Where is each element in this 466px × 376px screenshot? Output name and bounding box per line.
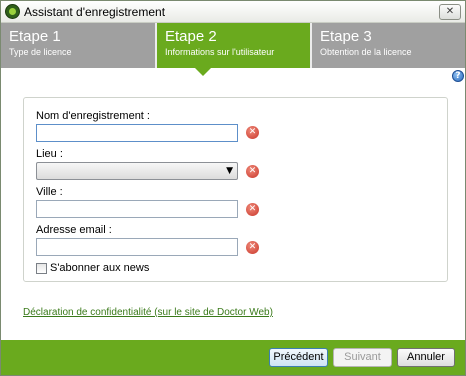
cancel-button[interactable]: Annuler (397, 348, 455, 367)
location-label: Lieu : (36, 148, 63, 160)
step-2-subtitle: Informations sur l'utilisateur (165, 47, 275, 57)
step-1-subtitle: Type de licence (9, 47, 72, 57)
location-error-icon: ✕ (246, 165, 259, 178)
window-title: Assistant d'enregistrement (24, 5, 166, 19)
subscribe-checkbox[interactable] (36, 263, 47, 274)
email-error-icon: ✕ (246, 241, 259, 254)
email-input[interactable] (36, 238, 238, 256)
subscribe-label[interactable]: S'abonner aux news (50, 262, 149, 274)
step-3-subtitle: Obtention de la licence (320, 47, 412, 57)
chevron-down-icon: ▼ (226, 166, 233, 176)
help-icon[interactable]: ? (452, 70, 464, 82)
city-input[interactable] (36, 200, 238, 218)
previous-button[interactable]: Précédent (269, 348, 328, 367)
next-button[interactable]: Suivant (333, 348, 392, 367)
location-select[interactable]: ▼ (36, 162, 238, 180)
step-3-title: Etape 3 (320, 28, 372, 45)
registration-name-error-icon: ✕ (246, 126, 259, 139)
privacy-policy-link[interactable]: Déclaration de confidentialité (sur le s… (23, 307, 273, 318)
step-1-tab: Etape 1 Type de licence (1, 23, 155, 68)
step-2-tab: Etape 2 Informations sur l'utilisateur (157, 23, 310, 76)
wizard-steps: Etape 1 Type de licence Etape 2 Informat… (1, 23, 465, 76)
title-bar: Assistant d'enregistrement ✕ (1, 1, 465, 23)
registration-form: Nom d'enregistrement : ✕ Lieu : ▼ ✕ Vill… (23, 97, 448, 282)
city-label: Ville : (36, 186, 63, 198)
step-1-title: Etape 1 (9, 28, 61, 45)
close-icon[interactable]: ✕ (439, 4, 461, 20)
step-3-tab: Etape 3 Obtention de la licence (312, 23, 465, 68)
step-2-title: Etape 2 (165, 28, 217, 45)
email-label: Adresse email : (36, 224, 112, 236)
registration-wizard-window: Assistant d'enregistrement ✕ Etape 1 Typ… (0, 0, 466, 376)
registration-name-input[interactable] (36, 124, 238, 142)
city-error-icon: ✕ (246, 203, 259, 216)
footer-bar: Précédent Suivant Annuler (1, 340, 465, 375)
registration-name-label: Nom d'enregistrement : (36, 110, 150, 122)
app-logo-icon (5, 4, 20, 19)
